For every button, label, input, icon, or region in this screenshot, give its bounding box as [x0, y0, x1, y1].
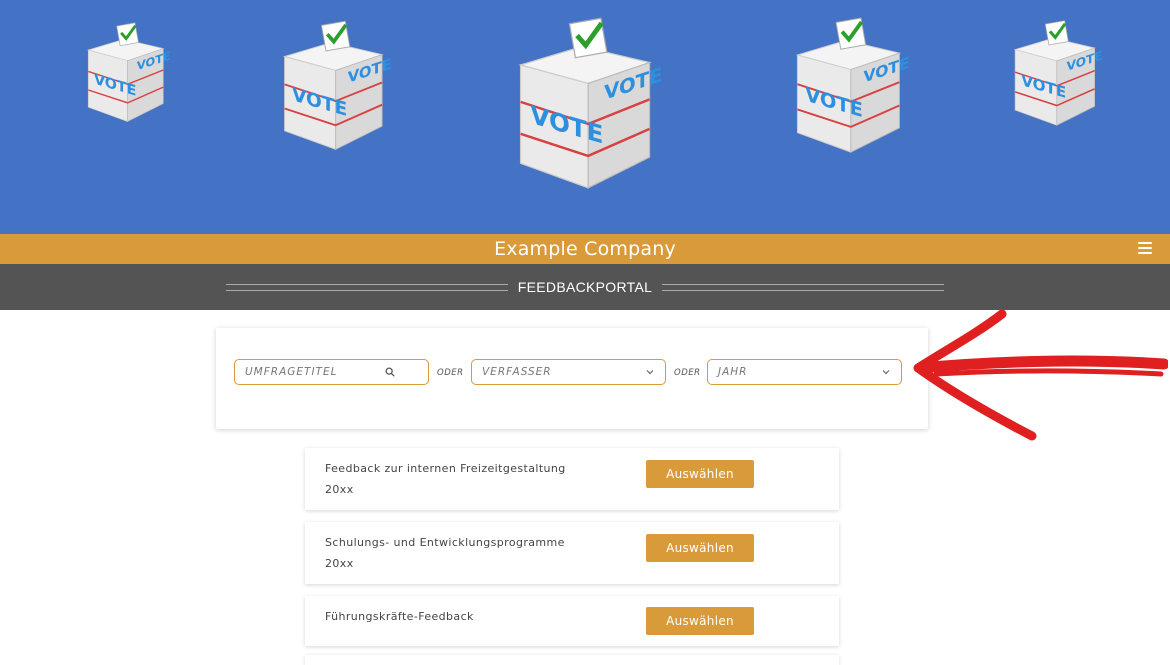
survey-card: Führungskräfte-Feedback Auswählen — [305, 596, 839, 646]
author-dropdown-label: VERFASSER — [482, 366, 552, 378]
divider-right — [662, 283, 945, 291]
divider-left — [225, 283, 508, 291]
year-dropdown-label: JAHR — [718, 366, 748, 378]
search-icon[interactable] — [385, 367, 395, 377]
survey-title: Führungskräfte-Feedback — [325, 610, 474, 623]
survey-title: Schulungs- und Entwicklungsprogramme 20x… — [325, 536, 565, 570]
ballot-box-image: VOTE VOTE — [1000, 18, 1106, 134]
author-dropdown[interactable]: VERFASSER — [471, 359, 666, 385]
company-name: Example Company — [494, 238, 676, 260]
chevron-down-icon — [646, 370, 654, 375]
portal-header: FEEDBACKPORTAL — [0, 264, 1170, 310]
hero-banner: VOTE VOTE VOTE VOTE VOTE VOTE VOTE VOTE … — [0, 0, 1170, 234]
survey-card — [305, 655, 839, 665]
ballot-box-image: VOTE VOTE — [778, 14, 914, 164]
hamburger-menu-icon[interactable] — [1138, 242, 1152, 256]
ballot-box-image: VOTE VOTE — [496, 14, 668, 202]
select-button[interactable]: Auswählen — [646, 534, 754, 562]
survey-card: Schulungs- und Entwicklungsprogramme 20x… — [305, 522, 839, 584]
red-arrow-annotation — [913, 309, 1168, 441]
select-button[interactable]: Auswählen — [646, 607, 754, 635]
year-dropdown[interactable]: JAHR — [707, 359, 902, 385]
survey-card: Feedback zur internen Freizeitgestaltung… — [305, 448, 839, 510]
survey-title: Feedback zur internen Freizeitgestaltung… — [325, 462, 566, 496]
filter-panel: ODER VERFASSER ODER JAHR — [216, 328, 928, 429]
or-separator: ODER — [674, 368, 701, 378]
ballot-box-image: VOTE VOTE — [266, 14, 396, 164]
chevron-down-icon — [882, 370, 890, 375]
portal-title: FEEDBACKPORTAL — [517, 279, 653, 295]
ballot-box-image: VOTE VOTE — [74, 20, 174, 130]
title-search-input[interactable] — [245, 366, 385, 378]
select-button[interactable]: Auswählen — [646, 460, 754, 488]
or-separator: ODER — [437, 368, 464, 378]
company-header: Example Company — [0, 234, 1170, 264]
title-search-field[interactable] — [234, 359, 429, 385]
